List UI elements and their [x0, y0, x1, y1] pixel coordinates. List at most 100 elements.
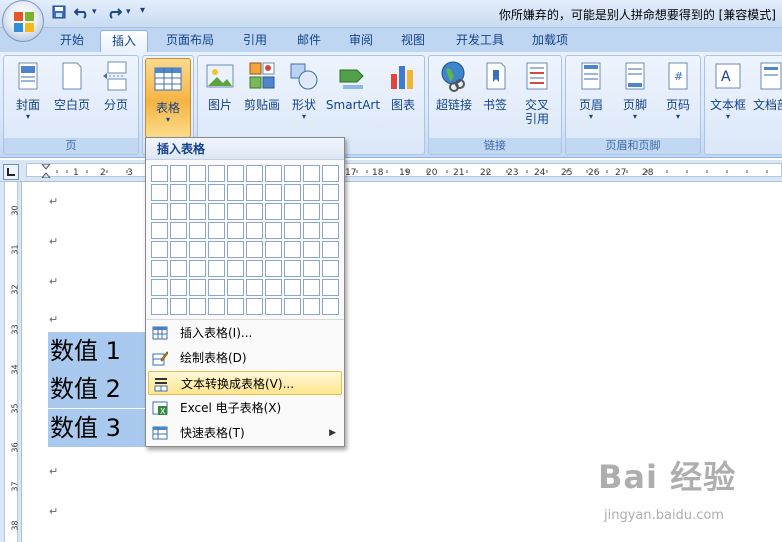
- grid-cell[interactable]: [322, 165, 339, 182]
- grid-cell[interactable]: [170, 279, 187, 296]
- tab-addins[interactable]: 加载项: [522, 30, 578, 52]
- grid-cell[interactable]: [189, 203, 206, 220]
- grid-cell[interactable]: [322, 241, 339, 258]
- grid-cell[interactable]: [265, 165, 282, 182]
- hyperlink-button[interactable]: 超链接: [433, 60, 475, 112]
- indent-marker-icon[interactable]: [41, 164, 51, 178]
- grid-cell[interactable]: [189, 241, 206, 258]
- grid-cell[interactable]: [208, 260, 225, 277]
- menu-item-insert-table[interactable]: 插入表格(I)...: [148, 321, 342, 345]
- grid-cell[interactable]: [322, 222, 339, 239]
- vertical-ruler-track[interactable]: 30 31 32 33 34 35 36 37 38: [4, 182, 20, 542]
- grid-cell[interactable]: [246, 298, 263, 315]
- grid-cell[interactable]: [151, 260, 168, 277]
- tab-insert[interactable]: 插入: [100, 30, 148, 52]
- grid-cell[interactable]: [227, 184, 244, 201]
- grid-cell[interactable]: [284, 298, 301, 315]
- grid-cell[interactable]: [284, 222, 301, 239]
- grid-cell[interactable]: [265, 203, 282, 220]
- grid-cell[interactable]: [322, 203, 339, 220]
- grid-cell[interactable]: [246, 203, 263, 220]
- grid-cell[interactable]: [227, 222, 244, 239]
- menu-item-quick-tables[interactable]: 快速表格(T) ▶: [148, 421, 342, 445]
- grid-cell[interactable]: [246, 184, 263, 201]
- grid-cell[interactable]: [246, 165, 263, 182]
- grid-cell[interactable]: [151, 165, 168, 182]
- grid-cell[interactable]: [303, 260, 320, 277]
- grid-cell[interactable]: [208, 298, 225, 315]
- table-button[interactable]: 表格 ▾: [145, 58, 191, 138]
- document-parts-button[interactable]: 文档部: [751, 60, 782, 112]
- redo-icon[interactable]: [106, 5, 123, 23]
- redo-dropdown-icon[interactable]: ▾: [126, 7, 131, 25]
- grid-cell[interactable]: [227, 260, 244, 277]
- grid-cell[interactable]: [303, 298, 320, 315]
- grid-cell[interactable]: [227, 241, 244, 258]
- grid-cell[interactable]: [151, 184, 168, 201]
- clipart-button[interactable]: 剪贴画: [240, 60, 284, 112]
- save-icon[interactable]: [52, 5, 66, 23]
- header-button[interactable]: 页眉 ▾: [570, 60, 612, 122]
- grid-cell[interactable]: [322, 298, 339, 315]
- grid-cell[interactable]: [265, 241, 282, 258]
- grid-cell[interactable]: [303, 279, 320, 296]
- grid-cell[interactable]: [303, 203, 320, 220]
- grid-cell[interactable]: [170, 203, 187, 220]
- grid-cell[interactable]: [189, 279, 206, 296]
- undo-icon[interactable]: [73, 5, 90, 23]
- grid-cell[interactable]: [246, 241, 263, 258]
- grid-cell[interactable]: [303, 241, 320, 258]
- grid-cell[interactable]: [189, 165, 206, 182]
- grid-cell[interactable]: [246, 279, 263, 296]
- grid-cell[interactable]: [151, 203, 168, 220]
- grid-cell[interactable]: [284, 165, 301, 182]
- tab-page-layout[interactable]: 页面布局: [156, 30, 224, 52]
- page-number-button[interactable]: # 页码 ▾: [658, 60, 698, 122]
- grid-cell[interactable]: [227, 279, 244, 296]
- grid-cell[interactable]: [284, 260, 301, 277]
- tab-selector[interactable]: [3, 164, 19, 180]
- ruler-track[interactable]: 1 2 3 17 18 19 20 21 22 23 24 25 26 27 2…: [26, 163, 782, 178]
- footer-button[interactable]: 页脚 ▾: [614, 60, 656, 122]
- textbox-button[interactable]: A 文本框 ▾: [707, 60, 749, 122]
- grid-cell[interactable]: [303, 184, 320, 201]
- grid-cell[interactable]: [170, 222, 187, 239]
- cover-page-button[interactable]: 封面 ▾: [8, 60, 48, 122]
- grid-cell[interactable]: [151, 222, 168, 239]
- grid-cell[interactable]: [189, 184, 206, 201]
- office-button[interactable]: [2, 0, 44, 42]
- blank-page-button[interactable]: 空白页: [50, 60, 94, 112]
- grid-cell[interactable]: [189, 298, 206, 315]
- grid-cell[interactable]: [208, 203, 225, 220]
- chart-button[interactable]: 图表: [384, 60, 422, 112]
- grid-cell[interactable]: [208, 165, 225, 182]
- grid-cell[interactable]: [322, 279, 339, 296]
- tab-developer[interactable]: 开发工具: [446, 30, 514, 52]
- grid-cell[interactable]: [208, 279, 225, 296]
- bookmark-button[interactable]: 书签: [477, 60, 513, 112]
- grid-cell[interactable]: [208, 241, 225, 258]
- grid-cell[interactable]: [265, 279, 282, 296]
- grid-cell[interactable]: [246, 222, 263, 239]
- tab-view[interactable]: 视图: [390, 30, 436, 52]
- qat-customize[interactable]: ▾: [140, 5, 145, 23]
- grid-cell[interactable]: [265, 260, 282, 277]
- shapes-button[interactable]: 形状 ▾: [286, 60, 322, 122]
- grid-cell[interactable]: [170, 184, 187, 201]
- grid-cell[interactable]: [322, 184, 339, 201]
- grid-cell[interactable]: [265, 184, 282, 201]
- grid-cell[interactable]: [151, 298, 168, 315]
- grid-cell[interactable]: [170, 298, 187, 315]
- grid-cell[interactable]: [322, 260, 339, 277]
- tab-home[interactable]: 开始: [48, 30, 96, 52]
- grid-cell[interactable]: [284, 279, 301, 296]
- grid-cell[interactable]: [170, 241, 187, 258]
- grid-cell[interactable]: [170, 165, 187, 182]
- grid-cell[interactable]: [284, 184, 301, 201]
- grid-cell[interactable]: [227, 203, 244, 220]
- tab-references[interactable]: 引用: [232, 30, 278, 52]
- grid-cell[interactable]: [246, 260, 263, 277]
- grid-cell[interactable]: [189, 222, 206, 239]
- smartart-button[interactable]: SmartArt: [324, 60, 382, 112]
- grid-cell[interactable]: [189, 260, 206, 277]
